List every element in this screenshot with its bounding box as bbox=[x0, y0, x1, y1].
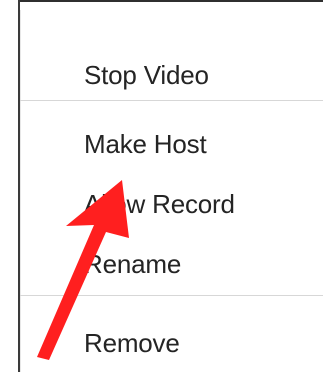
menu-item-rename[interactable]: Rename bbox=[20, 238, 323, 290]
menu-item-label: Remove bbox=[84, 328, 180, 358]
menu-item-label: Stop Video bbox=[84, 60, 209, 90]
menu-item-allow-record[interactable]: Allow Record bbox=[20, 178, 323, 230]
menu-item-label: Allow Record bbox=[84, 189, 235, 219]
menu-item-label: Rename bbox=[84, 249, 182, 279]
context-menu-screenshot: Stop Video Make Host Allow Record Rename… bbox=[0, 0, 323, 372]
participant-context-menu: Stop Video Make Host Allow Record Rename… bbox=[20, 10, 323, 372]
menu-item-label: Make Host bbox=[84, 129, 207, 159]
left-window-area bbox=[0, 0, 18, 372]
menu-item-make-host[interactable]: Make Host bbox=[20, 118, 323, 170]
menu-item-stop-video[interactable]: Stop Video bbox=[20, 49, 323, 101]
top-window-edge bbox=[0, 0, 323, 10]
menu-item-remove[interactable]: Remove bbox=[20, 317, 323, 369]
menu-separator bbox=[20, 295, 323, 296]
menu-separator bbox=[20, 100, 323, 101]
